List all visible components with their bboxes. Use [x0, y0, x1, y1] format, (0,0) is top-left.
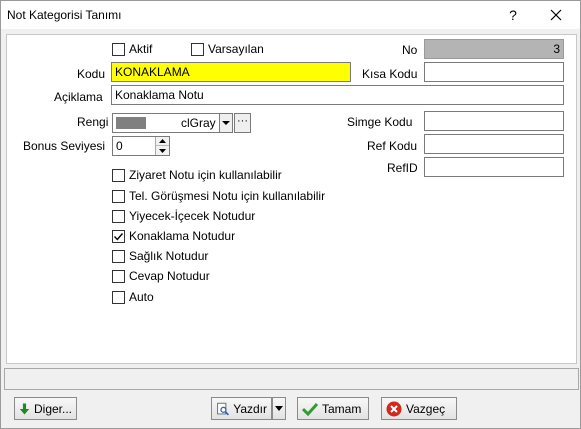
kodu-input[interactable]: KONAKLAMA [111, 62, 351, 82]
print-preview-icon [217, 402, 229, 415]
close-icon [550, 9, 562, 21]
diger-label: Diger... [33, 401, 72, 416]
status-bar [4, 368, 579, 390]
simge-kodu-input[interactable] [424, 111, 564, 131]
help-button[interactable]: ? [498, 4, 528, 26]
checkbox-box[interactable] [112, 189, 125, 203]
diger-button[interactable]: Diger... [14, 397, 77, 420]
checkbox-box[interactable] [191, 42, 204, 56]
vazgec-label: Vazgeç [406, 401, 446, 416]
no-field: 3 [424, 39, 564, 59]
yazdir-button[interactable]: Yazdır [211, 397, 272, 420]
ref-kodu-label: Ref Kodu [367, 139, 418, 153]
option-label: Konaklama Notudur [129, 229, 236, 243]
title-bar: Not Kategorisi Tanımı ? [1, 1, 580, 29]
option-label: Tel. Görüşmesi Notu için kullanılabilir [129, 189, 326, 203]
kodu-label: Kodu [77, 67, 106, 81]
spin-down-icon[interactable] [156, 146, 169, 155]
auto-checkbox[interactable]: Auto [112, 290, 154, 304]
checkmark-icon [113, 232, 124, 241]
option-label: Ziyaret Notu için kullanılabilir [129, 168, 282, 182]
cevap-checkbox[interactable]: Cevap Notudur [112, 269, 210, 283]
checkbox-box[interactable] [112, 229, 125, 243]
cancel-icon [386, 401, 402, 416]
yiyecek-icecek-checkbox[interactable]: Yiyecek-İçecek Notudur [112, 209, 255, 223]
konaklama-checkbox[interactable]: Konaklama Notudur [112, 229, 235, 243]
aciklama-label: Açiklama [54, 90, 103, 104]
rengi-label: Rengi [77, 115, 109, 129]
checkbox-box[interactable] [112, 249, 125, 263]
yazdir-dropdown-button[interactable] [272, 397, 286, 420]
simge-kodu-label: Simge Kodu [347, 115, 413, 129]
checkbox-box[interactable] [112, 209, 125, 223]
aktif-checkbox[interactable]: Aktif [112, 42, 152, 56]
ellipsis-label: ··· [237, 115, 248, 127]
tamam-label: Tamam [322, 401, 362, 416]
ref-kodu-input[interactable] [424, 134, 564, 154]
close-button[interactable] [538, 3, 574, 27]
refid-label: RefID [387, 161, 418, 175]
window-title: Not Kategorisi Tanımı [7, 8, 122, 22]
saglik-checkbox[interactable]: Sağlık Notudur [112, 249, 208, 263]
ziyaret-notu-checkbox[interactable]: Ziyaret Notu için kullanılabilir [112, 168, 282, 182]
varsayilan-checkbox[interactable]: Varsayılan [191, 42, 264, 56]
kisa-kodu-input[interactable] [424, 62, 564, 82]
bonus-seviyesi-label: Bonus Seviyesi [23, 139, 106, 153]
option-label: Cevap Notudur [129, 269, 210, 283]
aktif-label: Aktif [129, 42, 153, 56]
color-more-button[interactable]: ··· [234, 113, 251, 133]
checkbox-box[interactable] [112, 42, 125, 56]
option-label: Auto [129, 290, 154, 304]
checkmark-icon [302, 402, 318, 416]
aciklama-input[interactable]: Konaklama Notu [111, 85, 564, 105]
bonus-seviyesi-spinner[interactable]: 0 [112, 136, 170, 156]
spin-up-icon[interactable] [156, 137, 169, 146]
vazgec-button[interactable]: Vazgeç [381, 397, 457, 420]
yazdir-label: Yazdır [233, 401, 267, 416]
chevron-down-icon [222, 121, 230, 125]
kisa-kodu-label: Kısa Kodu [362, 67, 418, 81]
dialog-window: Not Kategorisi Tanımı ? Aktif Varsayılan… [0, 0, 581, 429]
checkbox-box[interactable] [112, 290, 125, 304]
refid-input[interactable] [424, 157, 564, 177]
spinner-arrows[interactable] [155, 137, 169, 155]
checkbox-box[interactable] [112, 168, 125, 182]
arrow-down-icon [19, 403, 30, 414]
color-swatch [116, 117, 146, 129]
tamam-button[interactable]: Tamam [297, 397, 369, 420]
bonus-value[interactable]: 0 [116, 139, 123, 153]
varsayilan-label: Varsayılan [208, 42, 264, 56]
color-combobox[interactable]: clGray [112, 113, 224, 133]
tel-gorusmesi-checkbox[interactable]: Tel. Görüşmesi Notu için kullanılabilir [112, 189, 325, 203]
chevron-down-icon [275, 406, 283, 411]
option-label: Sağlık Notudur [129, 249, 209, 263]
color-name: clGray [181, 116, 216, 130]
form-panel: Aktif Varsayılan No 3 Kodu KONAKLAMA Kıs… [6, 34, 577, 364]
no-label: No [402, 43, 418, 57]
checkbox-box[interactable] [112, 269, 125, 283]
color-dropdown-button[interactable] [219, 113, 233, 133]
option-label: Yiyecek-İçecek Notudur [129, 209, 256, 223]
